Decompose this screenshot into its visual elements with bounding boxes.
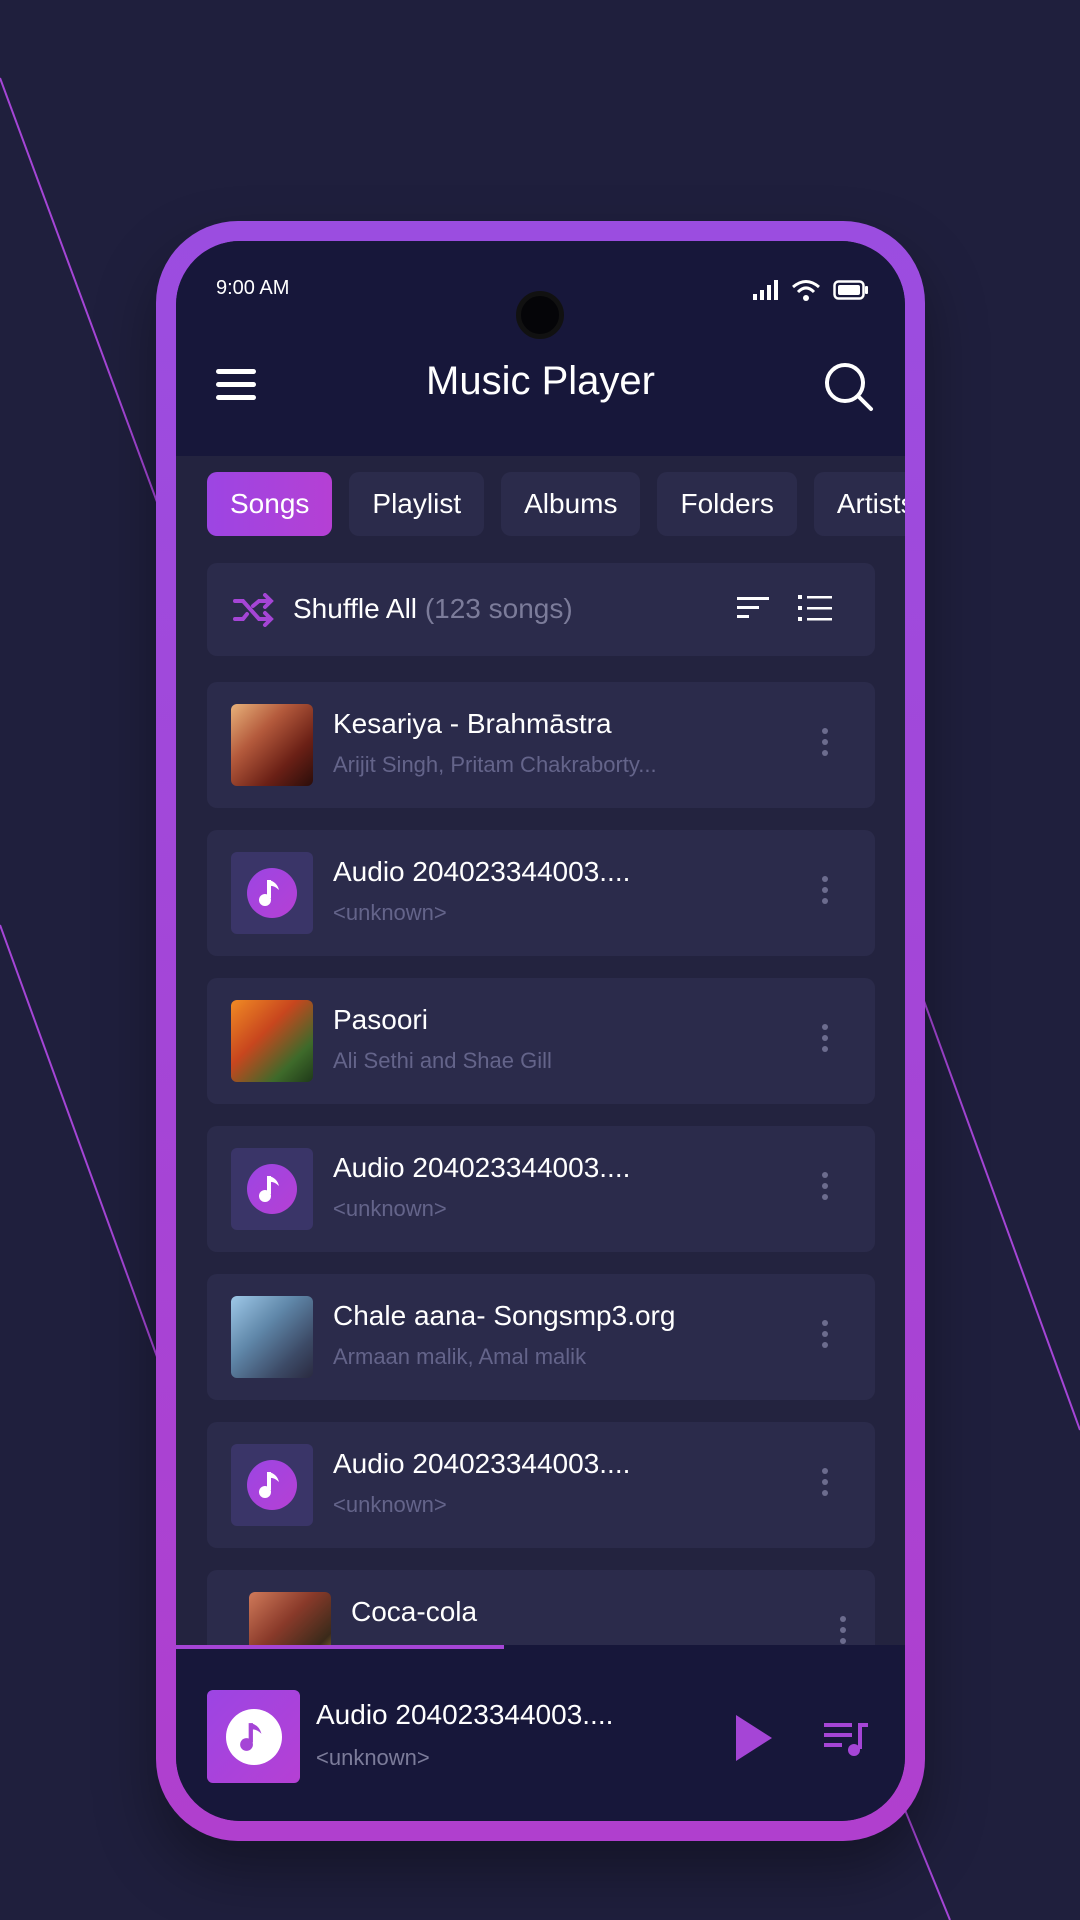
shuffle-all-label: Shuffle All (293, 593, 418, 624)
tab-artists[interactable]: Artists (813, 472, 905, 536)
more-options-icon[interactable] (820, 1172, 830, 1206)
song-artist: Arijit Singh, Pritam Chakraborty... (333, 752, 657, 777)
song-artist: Ali Sethi and Shae Gill (333, 1048, 552, 1073)
page-title: Music Player (426, 359, 655, 403)
song-count: (123 songs) (424, 593, 573, 624)
tab-playlist[interactable]: Playlist (349, 472, 485, 536)
front-camera (516, 291, 564, 339)
tab-albums[interactable]: Albums (501, 472, 641, 536)
status-icons (753, 279, 869, 301)
mini-player[interactable]: Audio 204023344003.... <unknown> (176, 1649, 905, 1821)
now-playing-title: Audio 204023344003.... (316, 1699, 614, 1730)
status-time: 9:00 AM (216, 277, 290, 299)
shuffle-all-row[interactable]: Shuffle All (123 songs) (207, 563, 875, 656)
more-options-icon[interactable] (820, 728, 830, 762)
phone-frame: 9:00 AM Music Player Songs Playlist Albu… (156, 221, 925, 1841)
music-note-icon (231, 1444, 313, 1526)
song-item[interactable]: Audio 204023344003.... <unknown> (207, 830, 875, 956)
song-item[interactable]: Kesariya - Brahmāstra Arijit Singh, Prit… (207, 682, 875, 808)
song-title: Audio 204023344003.... (333, 1448, 631, 1479)
tab-songs[interactable]: Songs (207, 472, 333, 536)
song-title: Coca-cola (351, 1596, 478, 1627)
music-note-icon (231, 852, 313, 934)
album-art (231, 1000, 313, 1082)
song-title: Audio 204023344003.... (333, 856, 631, 887)
wifi-icon (792, 280, 820, 301)
more-options-icon[interactable] (820, 1320, 830, 1354)
music-note-icon (239, 1722, 261, 1751)
more-options-icon[interactable] (820, 1468, 830, 1502)
song-artist: <unknown> (333, 1196, 447, 1221)
song-title: Pasoori (333, 1004, 428, 1035)
song-title: Audio 204023344003.... (333, 1152, 631, 1183)
song-item[interactable]: Audio 204023344003.... <unknown> (207, 1422, 875, 1548)
category-tabs: Songs Playlist Albums Folders Artists (207, 472, 905, 536)
search-icon[interactable] (821, 359, 877, 415)
album-art (231, 1296, 313, 1378)
now-playing-artist: <unknown> (316, 1745, 430, 1770)
top-app-bar: 9:00 AM Music Player (176, 241, 905, 456)
song-title: Kesariya - Brahmāstra (333, 708, 612, 739)
song-item[interactable]: Chale aana- Songsmp3.org Armaan malik, A… (207, 1274, 875, 1400)
queue-icon[interactable] (824, 1719, 870, 1759)
song-item[interactable]: Pasoori Ali Sethi and Shae Gill (207, 978, 875, 1104)
more-options-icon[interactable] (820, 1024, 830, 1058)
song-title: Chale aana- Songsmp3.org (333, 1300, 676, 1331)
list-view-icon[interactable] (798, 593, 832, 623)
song-artist: Armaan malik, Amal malik (333, 1344, 587, 1369)
music-note-icon (231, 1148, 313, 1230)
shuffle-icon (233, 593, 274, 627)
sort-icon[interactable] (737, 595, 769, 621)
more-options-icon[interactable] (820, 876, 830, 910)
play-icon[interactable] (732, 1713, 776, 1763)
now-playing-art (207, 1690, 300, 1783)
album-art (231, 704, 313, 786)
phone-screen: 9:00 AM Music Player Songs Playlist Albu… (176, 241, 905, 1821)
battery-icon (833, 280, 868, 300)
song-artist: <unknown> (333, 900, 447, 925)
tab-folders[interactable]: Folders (657, 472, 797, 536)
song-item[interactable]: Audio 204023344003.... <unknown> (207, 1126, 875, 1252)
signal-icon (753, 280, 778, 300)
song-artist: <unknown> (333, 1492, 447, 1517)
